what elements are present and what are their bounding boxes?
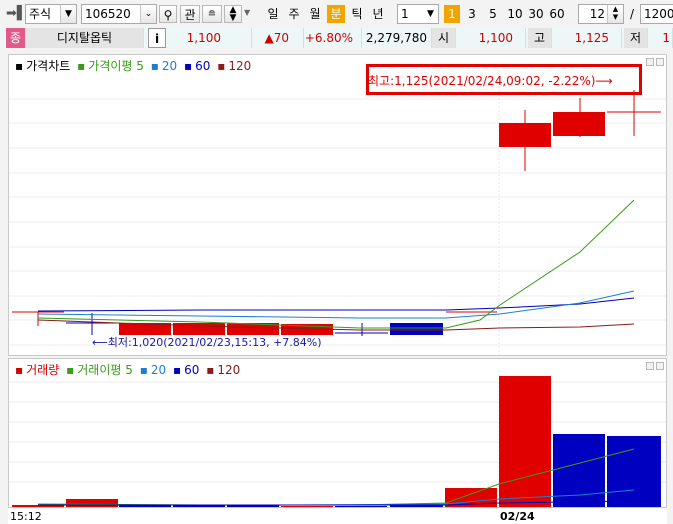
x-axis: 15:12 02/24 xyxy=(8,508,667,524)
volume-bar xyxy=(66,499,118,507)
volume-bar xyxy=(281,506,333,507)
x-axis-date-label: 02/24 xyxy=(500,510,535,523)
volume-bar xyxy=(335,506,387,507)
volume-bar xyxy=(607,436,661,507)
volume-chart-svg xyxy=(9,370,666,507)
volume-bar xyxy=(499,376,551,507)
x-axis-left-label: 15:12 xyxy=(10,510,42,523)
